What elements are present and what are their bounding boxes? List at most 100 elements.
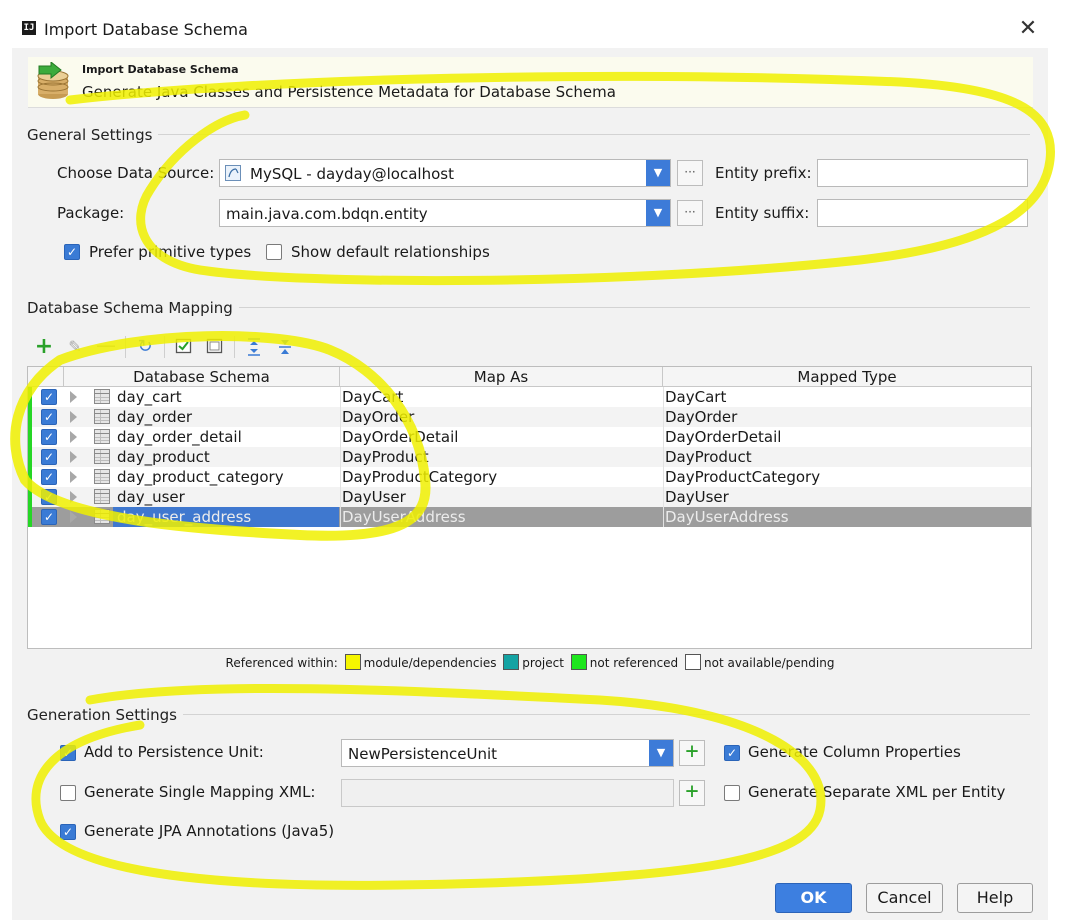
generate-column-properties-checkbox[interactable]: ✓ xyxy=(724,745,740,761)
close-icon[interactable]: ✕ xyxy=(1016,18,1040,42)
table-row[interactable]: ✓ day_user_address DayUserAddress DayUserAd… xyxy=(28,507,1031,527)
map-as-cell[interactable]: DayProductCategory xyxy=(342,468,497,486)
table-icon xyxy=(94,389,110,404)
column-header-check xyxy=(28,367,64,386)
column-header-schema[interactable]: Database Schema xyxy=(64,367,340,386)
datasource-combo[interactable]: MySQL - dayday@localhost ▼ xyxy=(219,159,671,187)
chevron-down-icon[interactable]: ▼ xyxy=(646,160,670,186)
expand-arrow-icon[interactable] xyxy=(70,391,77,403)
add-to-persistence-unit-checkbox[interactable]: ✓ xyxy=(60,745,76,761)
column-header-map-as[interactable]: Map As xyxy=(340,367,663,386)
expand-arrow-icon[interactable] xyxy=(70,431,77,443)
persistence-unit-combo[interactable]: NewPersistenceUnit ▼ xyxy=(341,739,674,767)
chevron-down-icon[interactable]: ▼ xyxy=(646,200,670,226)
ok-button[interactable]: OK xyxy=(775,883,852,913)
window-title: Import Database Schema xyxy=(44,20,248,39)
legend-swatch-module xyxy=(344,654,361,670)
separate-xml-per-entity-label: Generate Separate XML per Entity xyxy=(748,783,1006,801)
table-row[interactable]: ✓ day_user DayUser DayUser xyxy=(28,487,1031,507)
separate-xml-per-entity-checkbox[interactable] xyxy=(724,785,740,801)
schema-cell[interactable]: day_cart xyxy=(117,388,182,406)
uncheck-all-icon[interactable] xyxy=(205,337,225,357)
map-as-cell[interactable]: DayProduct xyxy=(342,448,429,466)
mapped-type-cell[interactable]: DayOrderDetail xyxy=(665,428,781,446)
reference-marker xyxy=(28,507,32,527)
map-as-cell[interactable]: DayOrder xyxy=(342,408,414,426)
show-default-relationships-checkbox[interactable] xyxy=(266,244,282,260)
schema-cell[interactable]: day_product xyxy=(117,448,210,466)
datasource-value: MySQL - dayday@localhost xyxy=(250,165,454,183)
table-row[interactable]: ✓ day_cart DayCart DayCart xyxy=(28,387,1031,407)
remove-icon[interactable]: — xyxy=(96,335,116,355)
entity-suffix-field[interactable] xyxy=(817,199,1028,227)
entity-prefix-field[interactable] xyxy=(817,159,1028,187)
datasource-browse-button[interactable]: ··· xyxy=(677,160,703,186)
expand-arrow-icon[interactable] xyxy=(70,511,77,523)
table-icon xyxy=(94,489,110,504)
expand-arrow-icon[interactable] xyxy=(70,451,77,463)
jpa-annotations-checkbox[interactable]: ✓ xyxy=(60,824,76,840)
legend-prefix: Referenced within: xyxy=(225,656,338,670)
collapse-all-icon[interactable] xyxy=(275,337,295,357)
chevron-down-icon[interactable]: ▼ xyxy=(649,740,673,766)
cancel-button[interactable]: Cancel xyxy=(866,883,943,913)
row-checkbox[interactable]: ✓ xyxy=(41,469,57,485)
expand-arrow-icon[interactable] xyxy=(70,471,77,483)
mapped-type-cell[interactable]: DayProduct xyxy=(665,448,752,466)
mapped-type-cell[interactable]: DayUserAddress xyxy=(665,508,789,526)
mapped-type-cell[interactable]: DayCart xyxy=(665,388,726,406)
map-as-cell[interactable]: DayUserAddress xyxy=(342,508,466,526)
row-checkbox[interactable]: ✓ xyxy=(41,509,57,525)
table-row[interactable]: ✓ day_order_detail DayOrderDetail DayOrderD… xyxy=(28,427,1031,447)
map-as-cell[interactable]: DayUser xyxy=(342,488,406,506)
expand-arrow-icon[interactable] xyxy=(70,411,77,423)
expand-arrow-icon[interactable] xyxy=(70,491,77,503)
reference-marker xyxy=(28,467,32,487)
table-row[interactable]: ✓ day_product_category DayProductCategory D… xyxy=(28,467,1031,487)
package-combo[interactable]: main.java.com.bdqn.entity ▼ xyxy=(219,199,671,227)
schema-cell[interactable]: day_user xyxy=(117,488,185,506)
edit-icon[interactable]: ✎ xyxy=(65,337,85,357)
table-icon xyxy=(94,509,110,524)
add-mapping-xml-button[interactable]: + xyxy=(679,780,705,806)
general-settings-separator xyxy=(27,134,1030,135)
check-all-icon[interactable] xyxy=(174,337,194,357)
legend-swatch-not-referenced xyxy=(570,654,587,670)
column-header-mapped-type[interactable]: Mapped Type xyxy=(663,367,1031,386)
add-to-persistence-unit-label: Add to Persistence Unit: xyxy=(84,743,264,761)
row-checkbox[interactable]: ✓ xyxy=(41,489,57,505)
map-as-cell[interactable]: DayCart xyxy=(342,388,403,406)
add-icon[interactable]: + xyxy=(34,336,54,358)
table-row[interactable]: ✓ day_product DayProduct DayProduct xyxy=(28,447,1031,467)
refresh-icon[interactable]: ↻ xyxy=(135,337,155,357)
add-persistence-unit-button[interactable]: + xyxy=(679,740,705,766)
row-checkbox[interactable]: ✓ xyxy=(41,429,57,445)
single-mapping-xml-checkbox[interactable] xyxy=(60,785,76,801)
row-checkbox[interactable]: ✓ xyxy=(41,389,57,405)
show-default-relationships-label: Show default relationships xyxy=(291,243,490,261)
package-value: main.java.com.bdqn.entity xyxy=(226,205,428,223)
mapped-type-cell[interactable]: DayProductCategory xyxy=(665,468,820,486)
help-button[interactable]: Help xyxy=(957,883,1033,913)
map-as-cell[interactable]: DayOrderDetail xyxy=(342,428,458,446)
legend-label-not-available: not available/pending xyxy=(704,656,835,670)
generate-column-properties-label: Generate Column Properties xyxy=(748,743,961,761)
mapped-type-cell[interactable]: DayUser xyxy=(665,488,729,506)
schema-cell[interactable]: day_order xyxy=(117,408,192,426)
schema-cell[interactable]: day_user_address xyxy=(117,508,251,526)
schema-cell[interactable]: day_order_detail xyxy=(117,428,242,446)
database-import-icon xyxy=(33,60,73,102)
schema-cell[interactable]: day_product_category xyxy=(117,468,284,486)
prefer-primitive-checkbox[interactable]: ✓ xyxy=(64,244,80,260)
single-mapping-xml-field[interactable] xyxy=(341,779,674,807)
reference-marker xyxy=(28,447,32,467)
legend-label-module: module/dependencies xyxy=(363,656,497,670)
row-checkbox[interactable]: ✓ xyxy=(41,449,57,465)
mapped-type-cell[interactable]: DayOrder xyxy=(665,408,737,426)
row-checkbox[interactable]: ✓ xyxy=(41,409,57,425)
expand-all-icon[interactable] xyxy=(244,337,264,357)
package-browse-button[interactable]: ··· xyxy=(677,200,703,226)
table-row[interactable]: ✓ day_order DayOrder DayOrder xyxy=(28,407,1031,427)
column-divider xyxy=(663,427,664,447)
reference-legend: Referenced within: module/dependencies p… xyxy=(0,654,1060,670)
